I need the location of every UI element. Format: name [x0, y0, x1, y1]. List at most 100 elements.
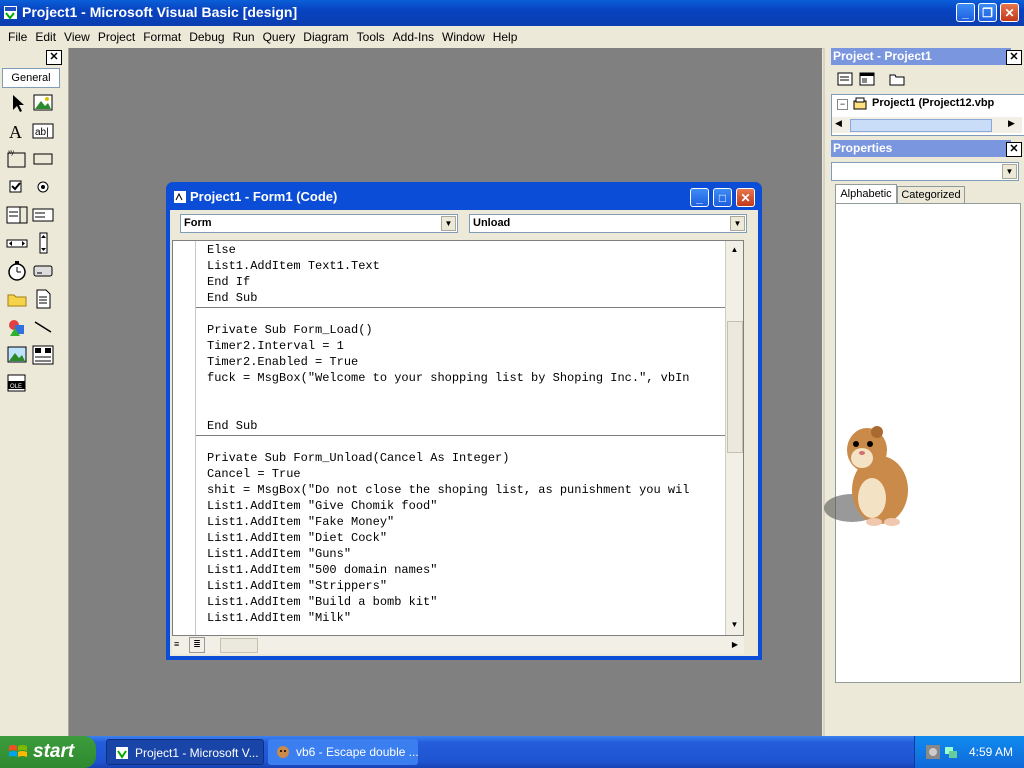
project-scroll-right-icon[interactable]: ▶ — [1008, 118, 1015, 129]
tree-collapse-icon[interactable]: − — [837, 99, 848, 110]
optionbutton-tool-icon[interactable] — [32, 176, 54, 198]
textbox-tool-icon[interactable]: ab| — [32, 120, 54, 142]
listbox-tool-icon[interactable] — [32, 204, 54, 226]
code-line[interactable]: Cancel = True — [207, 467, 301, 481]
line-tool-icon[interactable] — [32, 316, 54, 338]
project-close-button[interactable]: ✕ — [1006, 50, 1022, 65]
tab-categorized[interactable]: Categorized — [897, 186, 965, 204]
procedure-view-icon[interactable]: ≡ — [174, 638, 186, 650]
toggle-folders-icon[interactable] — [889, 72, 905, 86]
code-line[interactable]: fuck = MsgBox("Welcome to your shopping … — [207, 371, 689, 385]
code-line[interactable]: Private Sub Form_Unload(Cancel As Intege… — [207, 451, 509, 465]
code-line[interactable]: List1.AddItem "Give Chomik food" — [207, 499, 437, 513]
menu-item-query[interactable]: Query — [259, 26, 300, 44]
toolbox-close-button[interactable]: ✕ — [46, 50, 62, 65]
project-scroll-left-icon[interactable]: ◀ — [835, 118, 842, 129]
menu-item-run[interactable]: Run — [229, 26, 259, 44]
taskbar-item-browser[interactable]: vb6 - Escape double ... — [268, 739, 418, 765]
properties-combo-arrow-icon[interactable]: ▼ — [1002, 164, 1017, 179]
code-line[interactable]: List1.AddItem "Diet Cock" — [207, 531, 387, 545]
menu-item-debug[interactable]: Debug — [185, 26, 228, 44]
tray-network-icon[interactable] — [943, 744, 959, 760]
menu-item-project[interactable]: Project — [94, 26, 139, 44]
code-editor[interactable]: Else List1.AddItem Text1.Text End If End Su… — [172, 240, 744, 636]
close-button[interactable]: ✕ — [1000, 3, 1019, 22]
pointer-tool-icon[interactable] — [6, 92, 28, 114]
vscrollbar-tool-icon[interactable] — [32, 232, 54, 254]
frame-tool-icon[interactable]: xy — [6, 148, 28, 170]
procedure-combo[interactable]: Unload ▼ — [469, 214, 747, 233]
code-line[interactable]: End Sub — [207, 291, 257, 305]
tray-app-icon[interactable] — [925, 744, 941, 760]
ole-tool-icon[interactable]: OLE — [6, 372, 28, 394]
taskbar-item-vb[interactable]: Project1 - Microsoft V... — [106, 739, 264, 765]
menu-item-help[interactable]: Help — [489, 26, 522, 44]
code-line[interactable]: List1.AddItem "Fake Money" — [207, 515, 394, 529]
scroll-up-icon[interactable]: ▲ — [727, 242, 742, 257]
project-tree-item[interactable]: Project1 (Project12.vbp — [872, 97, 994, 109]
project-hscroll-thumb[interactable] — [850, 119, 992, 132]
code-line[interactable]: Timer2.Interval = 1 — [207, 339, 344, 353]
properties-object-combo[interactable]: ▼ — [831, 162, 1019, 181]
timer-tool-icon[interactable] — [6, 260, 28, 282]
dirlistbox-tool-icon[interactable] — [6, 288, 28, 310]
code-line[interactable]: List1.AddItem Text1.Text — [207, 259, 380, 273]
start-button[interactable]: start — [0, 736, 96, 768]
menu-item-tools[interactable]: Tools — [353, 26, 389, 44]
code-line[interactable]: List1.AddItem "Guns" — [207, 547, 351, 561]
code-window[interactable]: Project1 - Form1 (Code) _ □ ✕ Form ▼ Unl… — [166, 182, 762, 660]
combobox-tool-icon[interactable] — [6, 204, 28, 226]
code-line[interactable]: End If — [207, 275, 250, 289]
toolbox-general-tab[interactable]: General — [2, 68, 60, 88]
code-horizontal-scrollbar[interactable]: ≡ ≣ ▶ — [172, 636, 744, 654]
code-line[interactable]: End Sub — [207, 419, 257, 433]
object-combo-arrow-icon[interactable]: ▼ — [441, 216, 456, 231]
code-line[interactable]: Timer2.Enabled = True — [207, 355, 358, 369]
code-hscroll-thumb[interactable] — [220, 638, 258, 653]
object-combo[interactable]: Form ▼ — [180, 214, 458, 233]
menu-item-diagram[interactable]: Diagram — [299, 26, 352, 44]
drivelistbox-tool-icon[interactable] — [32, 260, 54, 282]
scroll-right-icon[interactable]: ▶ — [728, 638, 742, 652]
code-minimize-button[interactable]: _ — [690, 188, 709, 207]
code-line[interactable]: Private Sub Form_Load() — [207, 323, 373, 337]
filelistbox-tool-icon[interactable] — [32, 288, 54, 310]
code-line[interactable]: List1.AddItem "Build a bomb kit" — [207, 595, 437, 609]
minimize-button[interactable]: _ — [956, 3, 975, 22]
properties-close-button[interactable]: ✕ — [1006, 142, 1022, 157]
project-tree[interactable]: − Project1 (Project12.vbp ◀ ▶ — [831, 94, 1024, 136]
code-line[interactable]: List1.AddItem "Milk" — [207, 611, 351, 625]
menu-item-file[interactable]: File — [4, 26, 31, 44]
code-maximize-button[interactable]: □ — [713, 188, 732, 207]
scroll-down-icon[interactable]: ▼ — [727, 617, 742, 632]
full-module-view-icon[interactable]: ≣ — [189, 637, 205, 653]
code-line[interactable]: List1.AddItem "500 domain names" — [207, 563, 437, 577]
menu-item-window[interactable]: Window — [438, 26, 489, 44]
menu-item-add-ins[interactable]: Add-Ins — [389, 26, 438, 44]
code-line[interactable]: List1.AddItem "Strippers" — [207, 579, 387, 593]
view-code-icon[interactable] — [837, 72, 853, 86]
hscrollbar-tool-icon[interactable] — [6, 232, 28, 254]
code-vertical-scrollbar[interactable]: ▲ ▼ — [725, 241, 743, 635]
procedure-combo-arrow-icon[interactable]: ▼ — [730, 216, 745, 231]
shape-tool-icon[interactable] — [6, 316, 28, 338]
image-tool-icon[interactable] — [6, 344, 28, 366]
menu-item-edit[interactable]: Edit — [31, 26, 60, 44]
menu-item-view[interactable]: View — [60, 26, 94, 44]
code-close-button[interactable]: ✕ — [736, 188, 755, 207]
data-tool-icon[interactable] — [32, 344, 54, 366]
main-title-bar[interactable]: Project1 - Microsoft Visual Basic [desig… — [0, 0, 1024, 26]
project-hscrollbar[interactable]: ◀ ▶ — [832, 117, 1022, 133]
picturebox-tool-icon[interactable] — [32, 92, 54, 114]
code-line[interactable]: shit = MsgBox("Do not close the shoping … — [207, 483, 689, 497]
label-tool-icon[interactable]: A — [6, 120, 28, 142]
code-vscroll-thumb[interactable] — [727, 321, 743, 453]
view-object-icon[interactable] — [859, 72, 875, 86]
hamster-assistant-icon[interactable] — [822, 420, 914, 530]
menu-item-format[interactable]: Format — [139, 26, 185, 44]
restore-button[interactable]: ❐ — [978, 3, 997, 22]
tab-alphabetic[interactable]: Alphabetic — [835, 184, 897, 203]
commandbutton-tool-icon[interactable] — [32, 148, 54, 170]
checkbox-tool-icon[interactable] — [6, 176, 28, 198]
code-line[interactable]: Else — [207, 243, 236, 257]
